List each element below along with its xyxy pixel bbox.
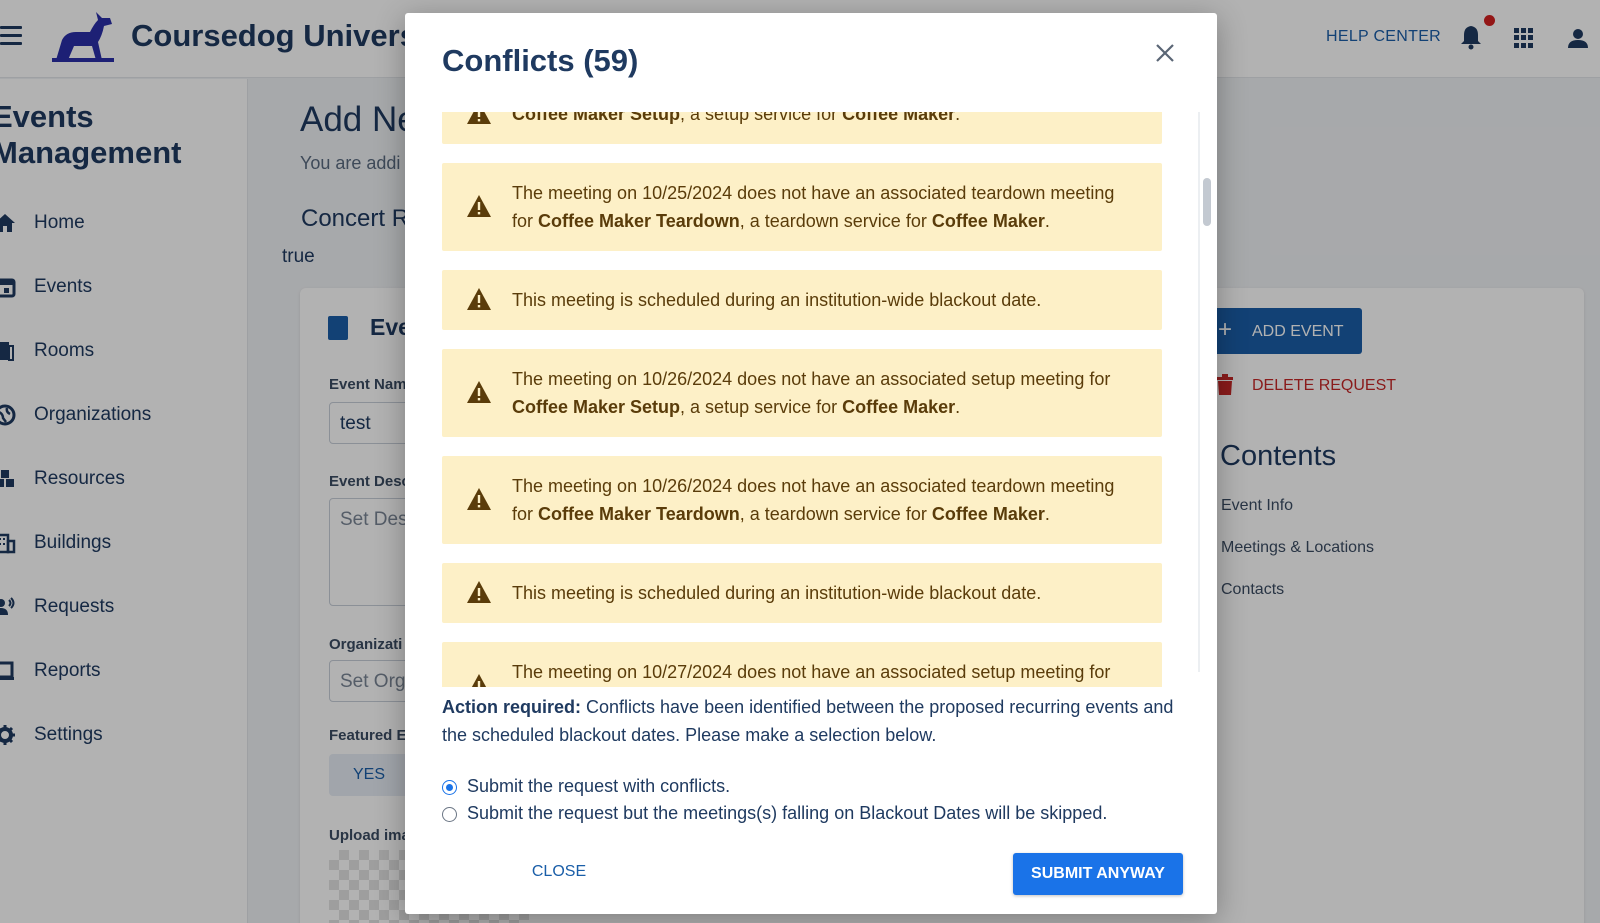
conflict-alert: This meeting is scheduled during an inst…: [442, 270, 1162, 330]
conflict-resource-name: Coffee Maker: [842, 397, 956, 417]
conflict-alert: This meeting is scheduled during an inst…: [442, 563, 1162, 623]
warning-icon: [467, 381, 491, 403]
conflict-text: This meeting is scheduled during an inst…: [512, 583, 1042, 603]
scrollbar-thumb[interactable]: [1203, 178, 1211, 226]
conflict-list[interactable]: Coffee Maker Setup, a setup service for …: [442, 112, 1190, 687]
radio-button[interactable]: [442, 780, 457, 795]
conflict-text: .: [955, 397, 961, 417]
warning-icon: [467, 488, 491, 510]
conflict-resource-name: Coffee Maker: [931, 504, 1045, 524]
conflict-text: .: [1044, 211, 1050, 231]
action-required-text: Action required: Conflicts have been ide…: [442, 693, 1192, 749]
option-submit-with-conflicts[interactable]: Submit the request with conflicts.: [442, 776, 1202, 802]
submit-anyway-button[interactable]: SUBMIT ANYWAY: [1013, 853, 1183, 895]
conflict-text: , a setup service for: [680, 112, 843, 124]
conflict-resource-name: Coffee Maker: [842, 112, 956, 124]
option-label: Submit the request but the meetings(s) f…: [467, 803, 1108, 823]
conflict-text: This meeting is scheduled during an inst…: [512, 290, 1042, 310]
conflict-text: The meeting on 10/26/2024 does not have …: [512, 369, 1111, 389]
action-required-label: Action required:: [442, 697, 582, 717]
conflict-text: , a setup service for: [680, 397, 843, 417]
dialog-title: Conflicts (59): [442, 43, 639, 78]
conflict-text: .: [1044, 504, 1050, 524]
conflict-text: , a teardown service for: [739, 211, 932, 231]
conflict-alert: The meeting on 10/25/2024 does not have …: [442, 163, 1162, 251]
conflict-text: , a teardown service for: [739, 504, 932, 524]
warning-icon: [467, 581, 491, 603]
warning-icon: [467, 112, 491, 124]
conflict-alert: The meeting on 10/26/2024 does not have …: [442, 456, 1162, 544]
warning-icon: [471, 674, 487, 687]
close-button[interactable]: CLOSE: [514, 852, 604, 892]
conflict-service-name: Coffee Maker Setup: [512, 112, 681, 124]
radio-button[interactable]: [442, 807, 457, 822]
conflict-alert: Coffee Maker Setup, a setup service for …: [442, 112, 1162, 144]
warning-icon: [467, 195, 491, 217]
conflict-text: The meeting on 10/27/2024 does not have …: [512, 662, 1111, 682]
conflict-service-name: Coffee Maker Teardown: [538, 211, 740, 231]
conflict-alert: The meeting on 10/26/2024 does not have …: [442, 349, 1162, 437]
warning-icon: [467, 288, 491, 310]
conflict-text: .: [955, 112, 961, 124]
conflict-service-name: Coffee Maker Setup: [512, 397, 681, 417]
conflict-alert: The meeting on 10/27/2024 does not have …: [442, 642, 1162, 687]
conflict-service-name: Coffee Maker Teardown: [538, 504, 740, 524]
scrollbar-track[interactable]: [1198, 112, 1200, 672]
conflict-resource-name: Coffee Maker: [931, 211, 1045, 231]
conflicts-dialog: Conflicts (59) Coffee Maker Setup, a set…: [405, 13, 1217, 914]
close-icon[interactable]: [1153, 41, 1177, 65]
option-skip-blackout-dates[interactable]: Submit the request but the meetings(s) f…: [442, 803, 1202, 829]
option-label: Submit the request with conflicts.: [467, 776, 731, 796]
